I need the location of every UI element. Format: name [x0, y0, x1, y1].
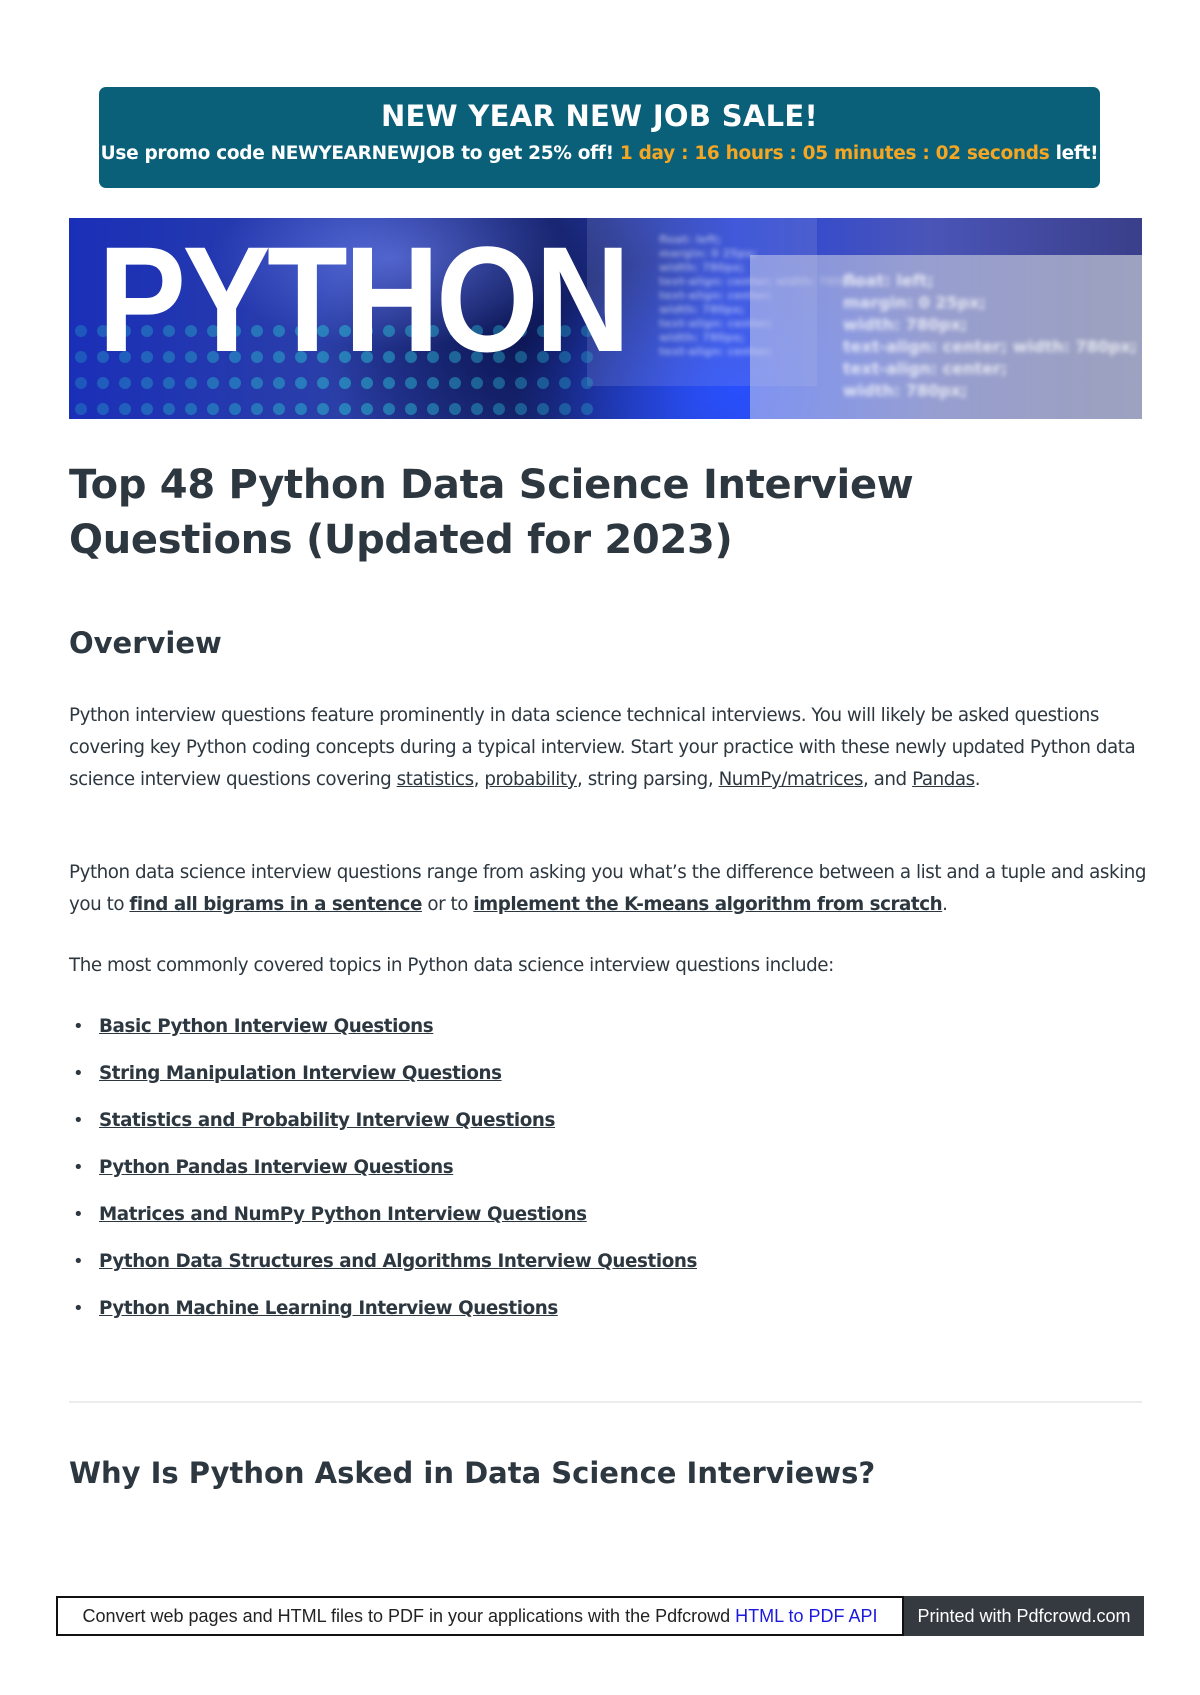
list-item: • Statistics and Probability Interview Qu… [69, 1106, 697, 1153]
p2-text: or to [421, 894, 474, 915]
hero-dot [427, 403, 439, 415]
footer-text: Convert web pages and HTML files to PDF … [82, 1606, 736, 1626]
hero-code-blurred-large: float: left; margin: 0 25px; width: 780p… [843, 271, 1138, 400]
hero-dot [97, 403, 109, 415]
hero-dot [449, 403, 461, 415]
topic-link-data-structures-algorithms[interactable]: Python Data Structures and Algorithms In… [99, 1251, 697, 1272]
promo-banner[interactable]: NEW YEAR NEW JOB SALE! Use promo code NE… [99, 87, 1100, 188]
why-python-heading: Why Is Python Asked in Data Science Inte… [69, 1456, 876, 1490]
topic-link-basic-python[interactable]: Basic Python Interview Questions [99, 1016, 434, 1037]
promo-left-text: left! [1055, 143, 1099, 164]
footer-convert-notice: Convert web pages and HTML files to PDF … [56, 1596, 904, 1636]
hero-dot [493, 403, 505, 415]
topic-link-pandas[interactable]: Python Pandas Interview Questions [99, 1157, 454, 1178]
hero-dot [273, 403, 285, 415]
p1-sep: , [473, 769, 485, 790]
hero-dot [581, 403, 593, 415]
p2-text: . [942, 894, 948, 915]
hero-dot [75, 351, 87, 363]
p1-text: , string parsing, [577, 769, 719, 790]
hero-dot [339, 403, 351, 415]
topic-link-string-manipulation[interactable]: String Manipulation Interview Questions [99, 1063, 502, 1084]
hero-dot [229, 403, 241, 415]
hero-dot [295, 403, 307, 415]
hero-dot [75, 325, 87, 337]
overview-paragraph-1: Python interview questions feature promi… [69, 700, 1149, 796]
hero-dot [185, 403, 197, 415]
bullet-icon: • [73, 1063, 84, 1084]
link-statistics[interactable]: statistics [397, 769, 474, 790]
list-item: • Basic Python Interview Questions [69, 1012, 697, 1059]
hero-dot [361, 403, 373, 415]
p1-text: , and [862, 769, 913, 790]
hero-dot [515, 403, 527, 415]
section-divider [69, 1401, 1142, 1403]
hero-dot [383, 403, 395, 415]
bullet-icon: • [73, 1110, 84, 1131]
link-kmeans-from-scratch[interactable]: implement the K-means algorithm from scr… [473, 894, 942, 915]
hero-dot [119, 403, 131, 415]
hero-dot-row [75, 403, 593, 415]
pdfcrowd-footer: Convert web pages and HTML files to PDF … [56, 1596, 1144, 1636]
hero-dot [471, 403, 483, 415]
page-title: Top 48 Python Data Science Interview Que… [69, 462, 914, 563]
overview-paragraph-3: The most commonly covered topics in Pyth… [69, 955, 834, 976]
list-item: • String Manipulation Interview Questions [69, 1059, 697, 1106]
list-item: • Python Machine Learning Interview Quest… [69, 1294, 697, 1341]
p1-text: . [974, 769, 981, 790]
overview-heading: Overview [69, 626, 222, 660]
html-to-pdf-api-link[interactable]: HTML to PDF API [735, 1606, 877, 1626]
promo-title: NEW YEAR NEW JOB SALE! [380, 99, 819, 133]
hero-dot [207, 403, 219, 415]
bullet-icon: • [73, 1298, 84, 1319]
bullet-icon: • [73, 1016, 84, 1037]
topics-list: • Basic Python Interview Questions • Strin… [69, 1012, 697, 1341]
list-item: • Python Data Structures and Algorithms I… [69, 1247, 697, 1294]
link-numpy-matrices[interactable]: NumPy/matrices [719, 769, 864, 790]
bullet-icon: • [73, 1204, 84, 1225]
hero-dot [75, 377, 87, 389]
link-pandas[interactable]: Pandas [912, 769, 975, 790]
topic-link-matrices-numpy[interactable]: Matrices and NumPy Python Interview Ques… [99, 1204, 587, 1225]
hero-dot [163, 403, 175, 415]
hero-python-word: PYTHON [98, 218, 630, 383]
promo-code-text: Use promo code NEWYEARNEWJOB to get 25% … [100, 143, 614, 164]
hero-dot [251, 403, 263, 415]
topic-link-machine-learning[interactable]: Python Machine Learning Interview Questi… [99, 1298, 558, 1319]
hero-dot [559, 403, 571, 415]
list-item: • Matrices and NumPy Python Interview Que… [69, 1200, 697, 1247]
footer-printed-with[interactable]: Printed with Pdfcrowd.com [904, 1596, 1144, 1636]
link-probability[interactable]: probability [484, 769, 577, 790]
overview-paragraph-2: Python data science interview questions … [69, 857, 1149, 921]
link-find-bigrams[interactable]: find all bigrams in a sentence [129, 894, 422, 915]
list-item: • Python Pandas Interview Questions [69, 1153, 697, 1200]
promo-line: Use promo code NEWYEARNEWJOB to get 25% … [99, 143, 1100, 164]
hero-image: float: left; margin: 0 25px; width: 780p… [69, 218, 1142, 419]
countdown-timer: 1 day : 16 hours : 05 minutes : 02 secon… [619, 143, 1050, 164]
topic-link-statistics-probability[interactable]: Statistics and Probability Interview Que… [99, 1110, 555, 1131]
hero-dot [75, 403, 87, 415]
hero-dot [537, 403, 549, 415]
bullet-icon: • [73, 1251, 84, 1272]
bullet-icon: • [73, 1157, 84, 1178]
hero-dot [141, 403, 153, 415]
hero-dot [405, 403, 417, 415]
hero-dot [317, 403, 329, 415]
